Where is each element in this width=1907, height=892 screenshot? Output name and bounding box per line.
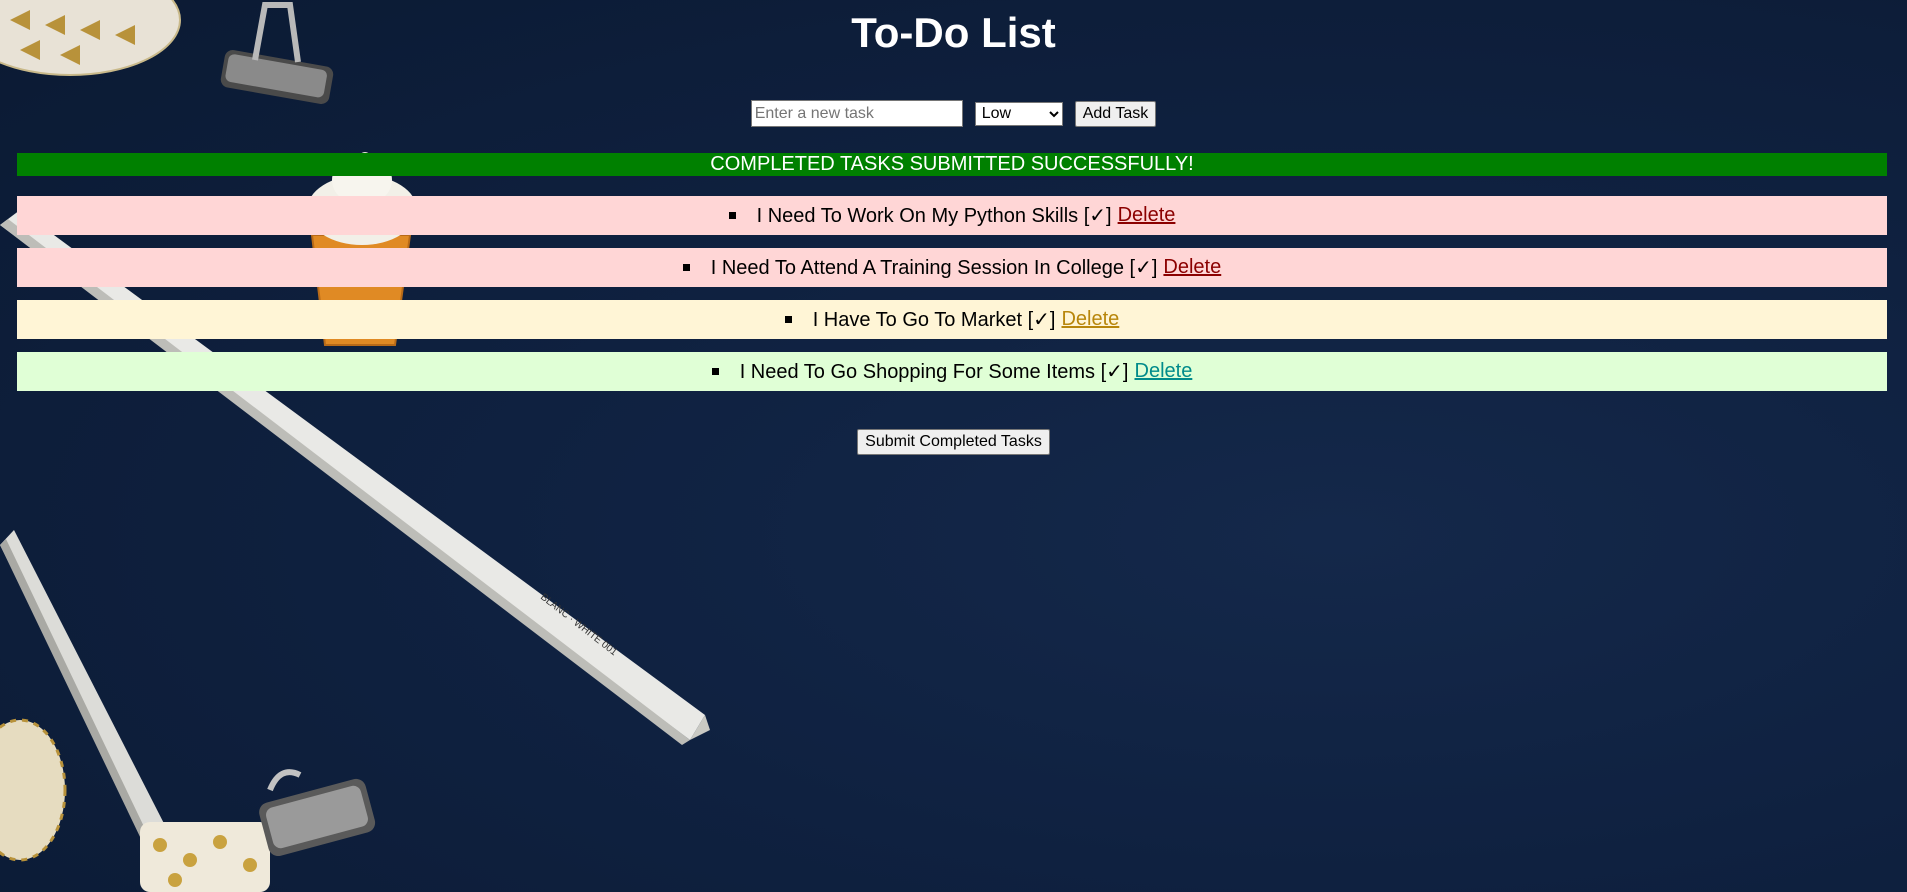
- delete-task-link[interactable]: Delete: [1061, 308, 1119, 331]
- submit-completed-button[interactable]: Submit Completed Tasks: [857, 429, 1050, 455]
- square-bullet-icon: [728, 212, 736, 219]
- task-item: I Have To Go To Market [✓] Delete: [17, 300, 1887, 339]
- square-bullet-icon: [682, 264, 690, 271]
- page-title: To-Do List: [851, 9, 1056, 56]
- new-task-input[interactable]: [750, 100, 963, 127]
- task-text: I Need To Work On My Python Skills [✓]: [756, 205, 1112, 227]
- task-item: I Need To Go Shopping For Some Items [✓]…: [17, 352, 1887, 391]
- task-text: I Have To Go To Market [✓]: [812, 309, 1056, 331]
- task-item: I Need To Work On My Python Skills [✓] D…: [17, 196, 1887, 235]
- binder-clip-bottom-icon: [259, 769, 376, 857]
- pencil-second-icon: [0, 530, 175, 866]
- add-task-button[interactable]: Add Task: [1074, 100, 1157, 127]
- square-bullet-icon: [784, 316, 792, 323]
- task-text: I Need To Go Shopping For Some Items [✓]: [739, 361, 1129, 383]
- delete-task-link[interactable]: Delete: [1118, 204, 1176, 227]
- delete-task-link[interactable]: Delete: [1163, 256, 1221, 279]
- submit-row: Submit Completed Tasks: [0, 429, 1907, 455]
- delete-task-link[interactable]: Delete: [1135, 360, 1193, 383]
- task-text: I Need To Attend A Training Session In C…: [710, 257, 1158, 279]
- success-banner-text: COMPLETED TASKS SUBMITTED SUCCESSFULLY!: [710, 153, 1194, 175]
- priority-select[interactable]: Low: [974, 101, 1063, 126]
- add-task-form: Low Add Task: [0, 100, 1907, 127]
- svg-text:BLANC · WHITE 001: BLANC · WHITE 001: [538, 592, 619, 659]
- task-list: I Need To Work On My Python Skills [✓] D…: [17, 196, 1887, 404]
- success-banner: COMPLETED TASKS SUBMITTED SUCCESSFULLY!: [17, 153, 1887, 176]
- task-item: I Need To Attend A Training Session In C…: [17, 248, 1887, 287]
- square-bullet-icon: [711, 368, 719, 375]
- tape-roll-bottom-icon: [0, 718, 270, 892]
